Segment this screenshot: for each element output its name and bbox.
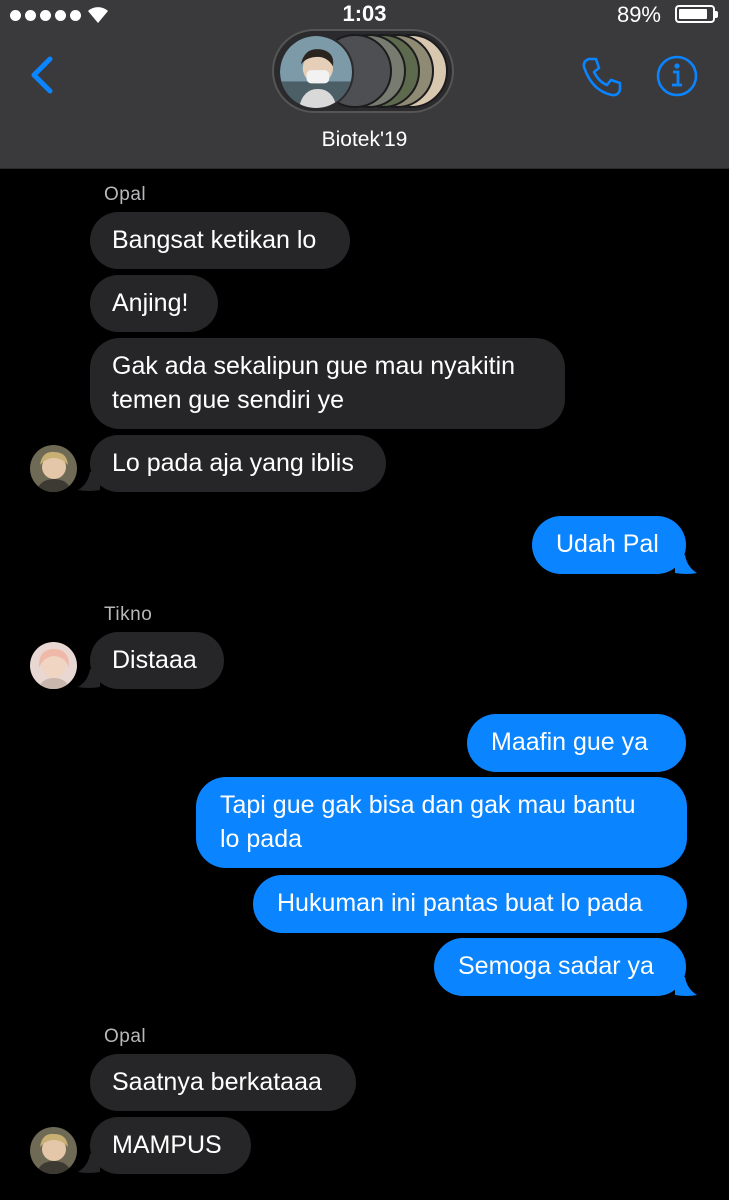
avatar[interactable] — [30, 642, 77, 689]
phone-icon[interactable] — [580, 55, 624, 99]
incoming-message[interactable]: Bangsat ketikan lo — [90, 212, 350, 269]
outgoing-message[interactable]: Hukuman ini pantas buat lo pada — [253, 875, 687, 933]
bubble-tail — [675, 977, 697, 996]
bubble-tail — [675, 555, 697, 574]
status-bar: 1:03 89% — [0, 0, 729, 30]
incoming-message[interactable]: Gak ada sekalipun gue mau nyakitin temen… — [90, 338, 565, 429]
message-line: Tapi gue gak bisa dan gak mau bantu — [220, 791, 636, 819]
info-icon[interactable] — [655, 54, 699, 98]
incoming-message[interactable]: Lo pada aja yang iblis — [90, 435, 386, 492]
sender-name: Opal — [104, 1026, 147, 1047]
navigation-header: 1:03 89% Biotek'19 — [0, 0, 729, 169]
avatar[interactable] — [30, 1127, 77, 1174]
bubble-tail — [78, 1154, 100, 1173]
battery-percentage: 89% — [616, 2, 661, 27]
message-line: Gak ada sekalipun gue mau nyakitin — [112, 352, 516, 380]
incoming-message[interactable]: MAMPUS — [90, 1117, 251, 1174]
outgoing-message[interactable]: Semoga sadar ya — [434, 938, 686, 996]
bubble-tail — [78, 472, 100, 491]
incoming-message[interactable]: Distaaa — [90, 632, 224, 689]
chevron-left-icon[interactable] — [26, 55, 58, 95]
outgoing-message[interactable]: Tapi gue gak bisa dan gak mau bantu lo p… — [196, 777, 687, 868]
outgoing-message[interactable]: Udah Pal — [532, 516, 686, 574]
incoming-message[interactable]: Saatnya berkataaa — [90, 1054, 356, 1111]
group-avatar-stack[interactable] — [272, 29, 454, 113]
message-line: temen gue sendiri ye — [112, 386, 345, 414]
battery-icon — [675, 5, 718, 23]
avatar[interactable] — [30, 445, 77, 492]
sender-name: Tikno — [104, 604, 153, 625]
group-name[interactable]: Biotek'19 — [0, 128, 729, 152]
message-line: lo pada — [220, 825, 303, 853]
sender-name: Opal — [104, 184, 147, 205]
incoming-message[interactable]: Anjing! — [90, 275, 218, 332]
bubble-tail — [78, 669, 100, 688]
member-avatar — [278, 34, 354, 110]
outgoing-message[interactable]: Maafin gue ya — [467, 714, 686, 772]
